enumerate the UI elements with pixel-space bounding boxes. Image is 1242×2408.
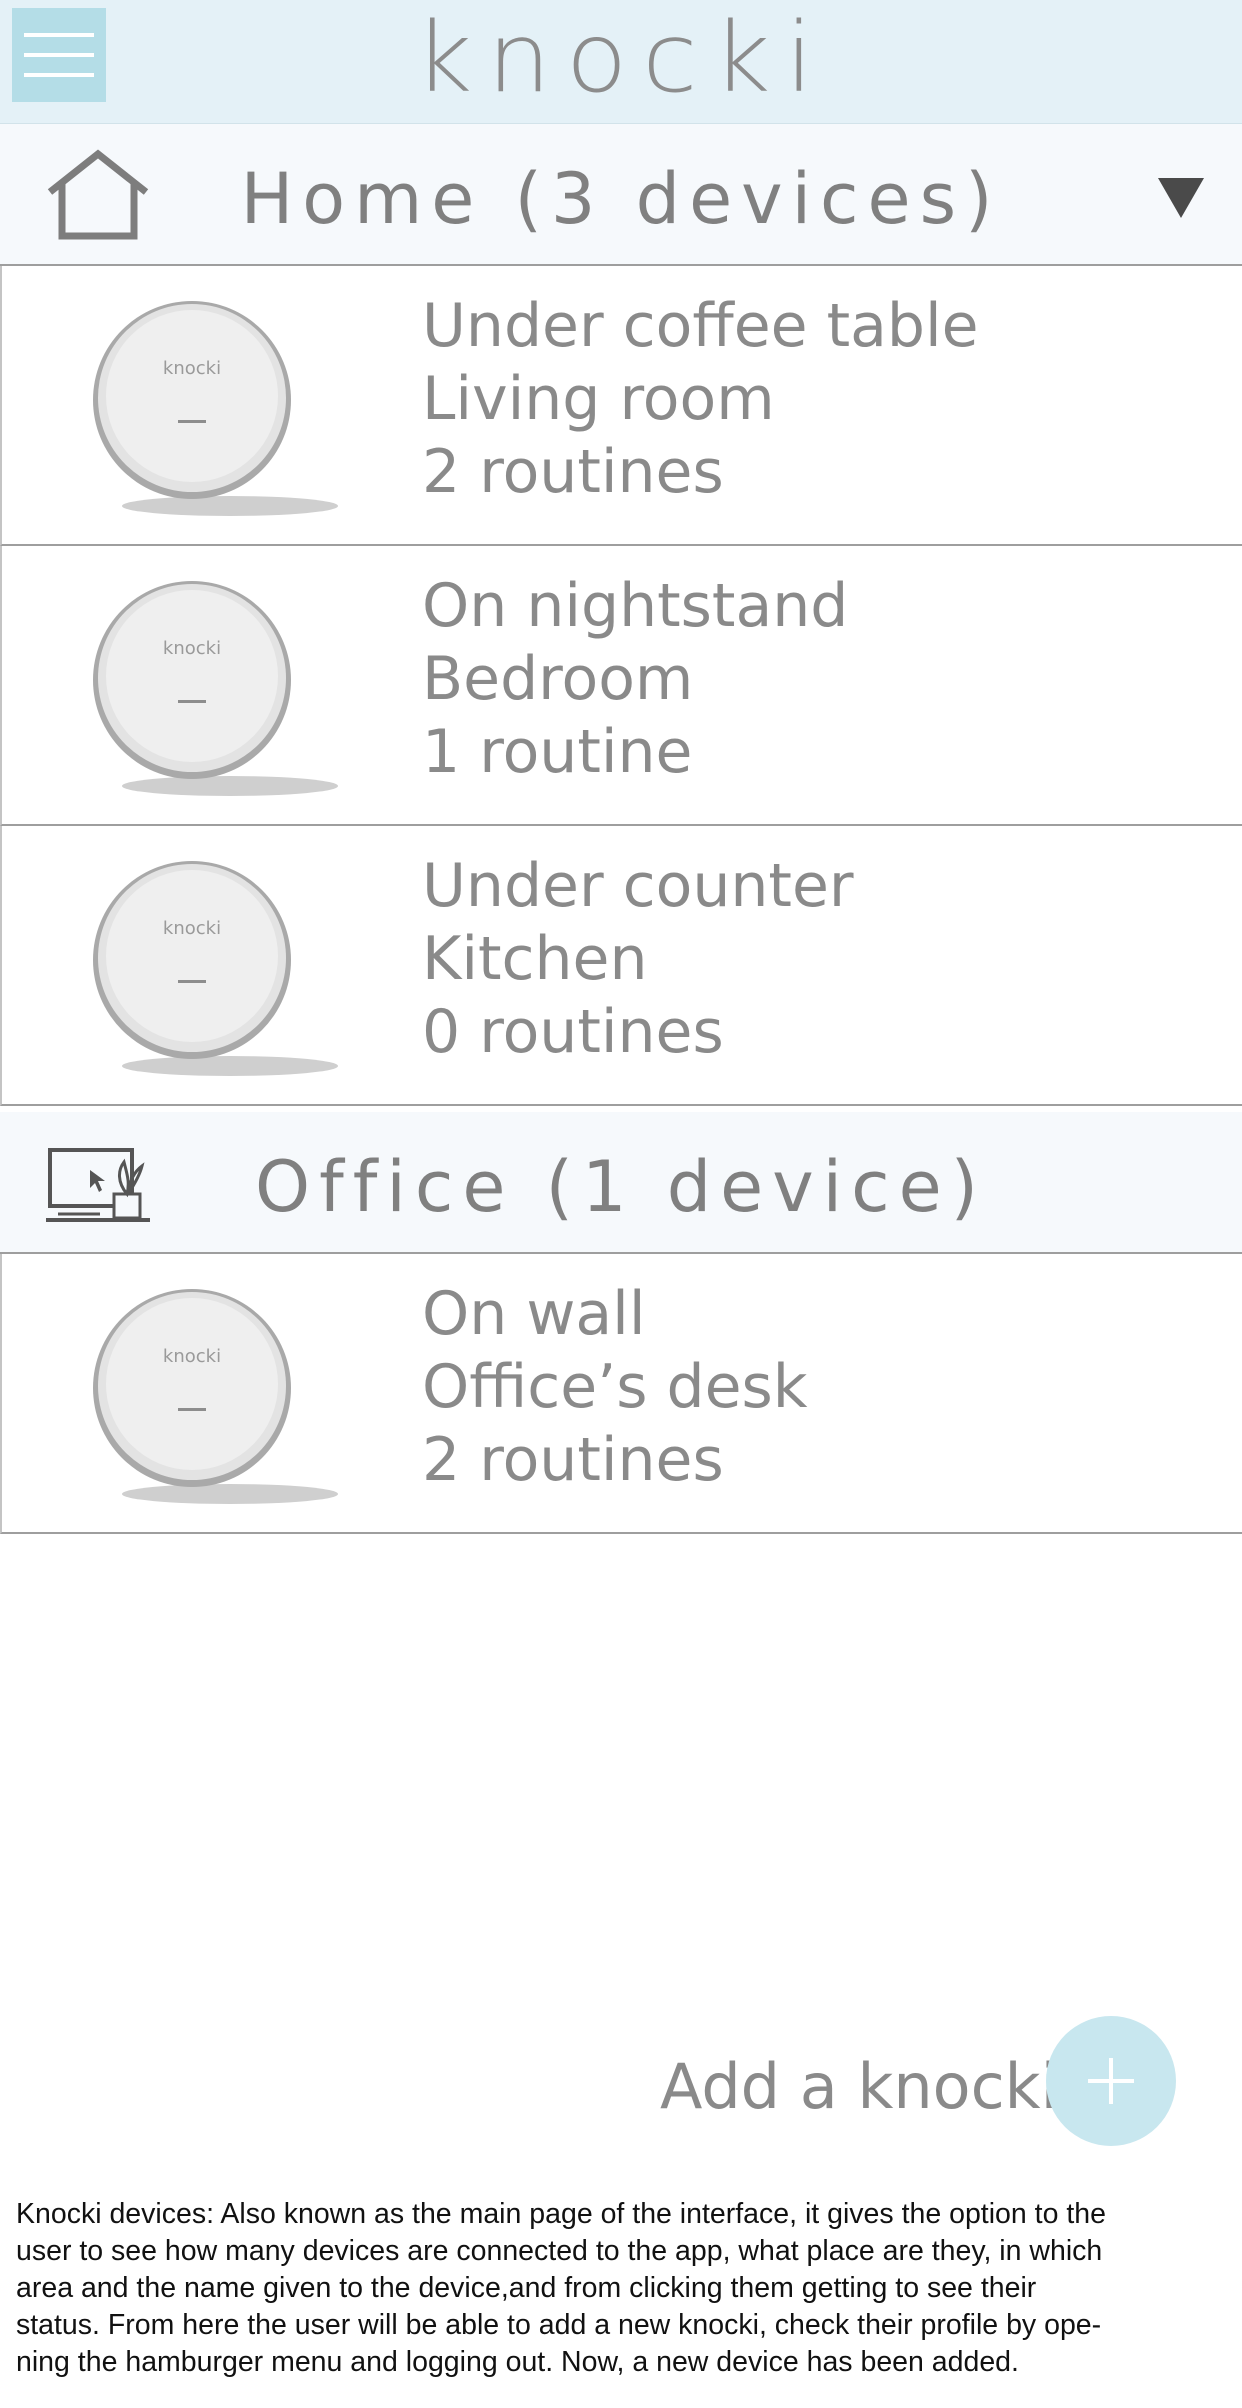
knocki-device-image: knocki <box>93 861 338 1076</box>
caption-text: Knocki devices: Also known as the main p… <box>16 2196 1231 2381</box>
add-knocki-label[interactable]: Add a knocki <box>660 2050 1058 2123</box>
section-title-home: Home (3 devices) <box>240 158 1002 240</box>
device-brand-label: knocki <box>163 638 221 659</box>
device-routines: 2 routines <box>422 437 724 507</box>
device-brand-label: knocki <box>163 1346 221 1367</box>
triangle-down-icon[interactable] <box>1158 178 1204 220</box>
knocki-device-image: knocki <box>93 301 338 516</box>
section-title-office: Office (1 device) <box>255 1146 987 1228</box>
plus-icon <box>1088 2058 1134 2104</box>
device-row-coffee-table[interactable]: knocki Under coffee table Living room 2 … <box>0 266 1242 546</box>
device-row-wall[interactable]: knocki On wall Office’s desk 2 routines <box>0 1254 1242 1534</box>
caption-line: user to see how many devices are connect… <box>16 2235 1103 2267</box>
device-routines: 0 routines <box>422 997 724 1067</box>
add-knocki-button[interactable] <box>1046 2016 1176 2146</box>
top-bar: knocki <box>0 0 1242 125</box>
knocki-device-image: knocki <box>93 1289 338 1504</box>
device-location: On nightstand <box>422 571 849 641</box>
caption-line: ning the hamburger menu and logging out.… <box>16 2346 1019 2378</box>
caption-line: Knocki devices: Also known as the main p… <box>16 2198 1106 2230</box>
device-brand-label: knocki <box>163 918 221 939</box>
device-row-counter[interactable]: knocki Under counter Kitchen 0 routines <box>0 826 1242 1106</box>
caption-line: status. From here the user will be able … <box>16 2309 1102 2341</box>
device-routines: 2 routines <box>422 1425 724 1495</box>
device-location: Under coffee table <box>422 291 979 361</box>
device-room: Living room <box>422 364 775 434</box>
device-location: On wall <box>422 1279 646 1349</box>
app-title: knocki <box>414 2 828 114</box>
section-header-home[interactable]: Home (3 devices) <box>0 124 1242 266</box>
device-routines: 1 routine <box>422 717 693 787</box>
device-location: Under counter <box>422 851 854 921</box>
caption-line: area and the name given to the device,an… <box>16 2272 1037 2304</box>
device-room: Kitchen <box>422 924 648 994</box>
device-row-nightstand[interactable]: knocki On nightstand Bedroom 1 routine <box>0 546 1242 826</box>
knocki-device-image: knocki <box>93 581 338 796</box>
device-room: Bedroom <box>422 644 694 714</box>
device-brand-label: knocki <box>163 358 221 379</box>
section-header-office[interactable]: Office (1 device) <box>0 1112 1242 1254</box>
device-room: Office’s desk <box>422 1352 808 1422</box>
